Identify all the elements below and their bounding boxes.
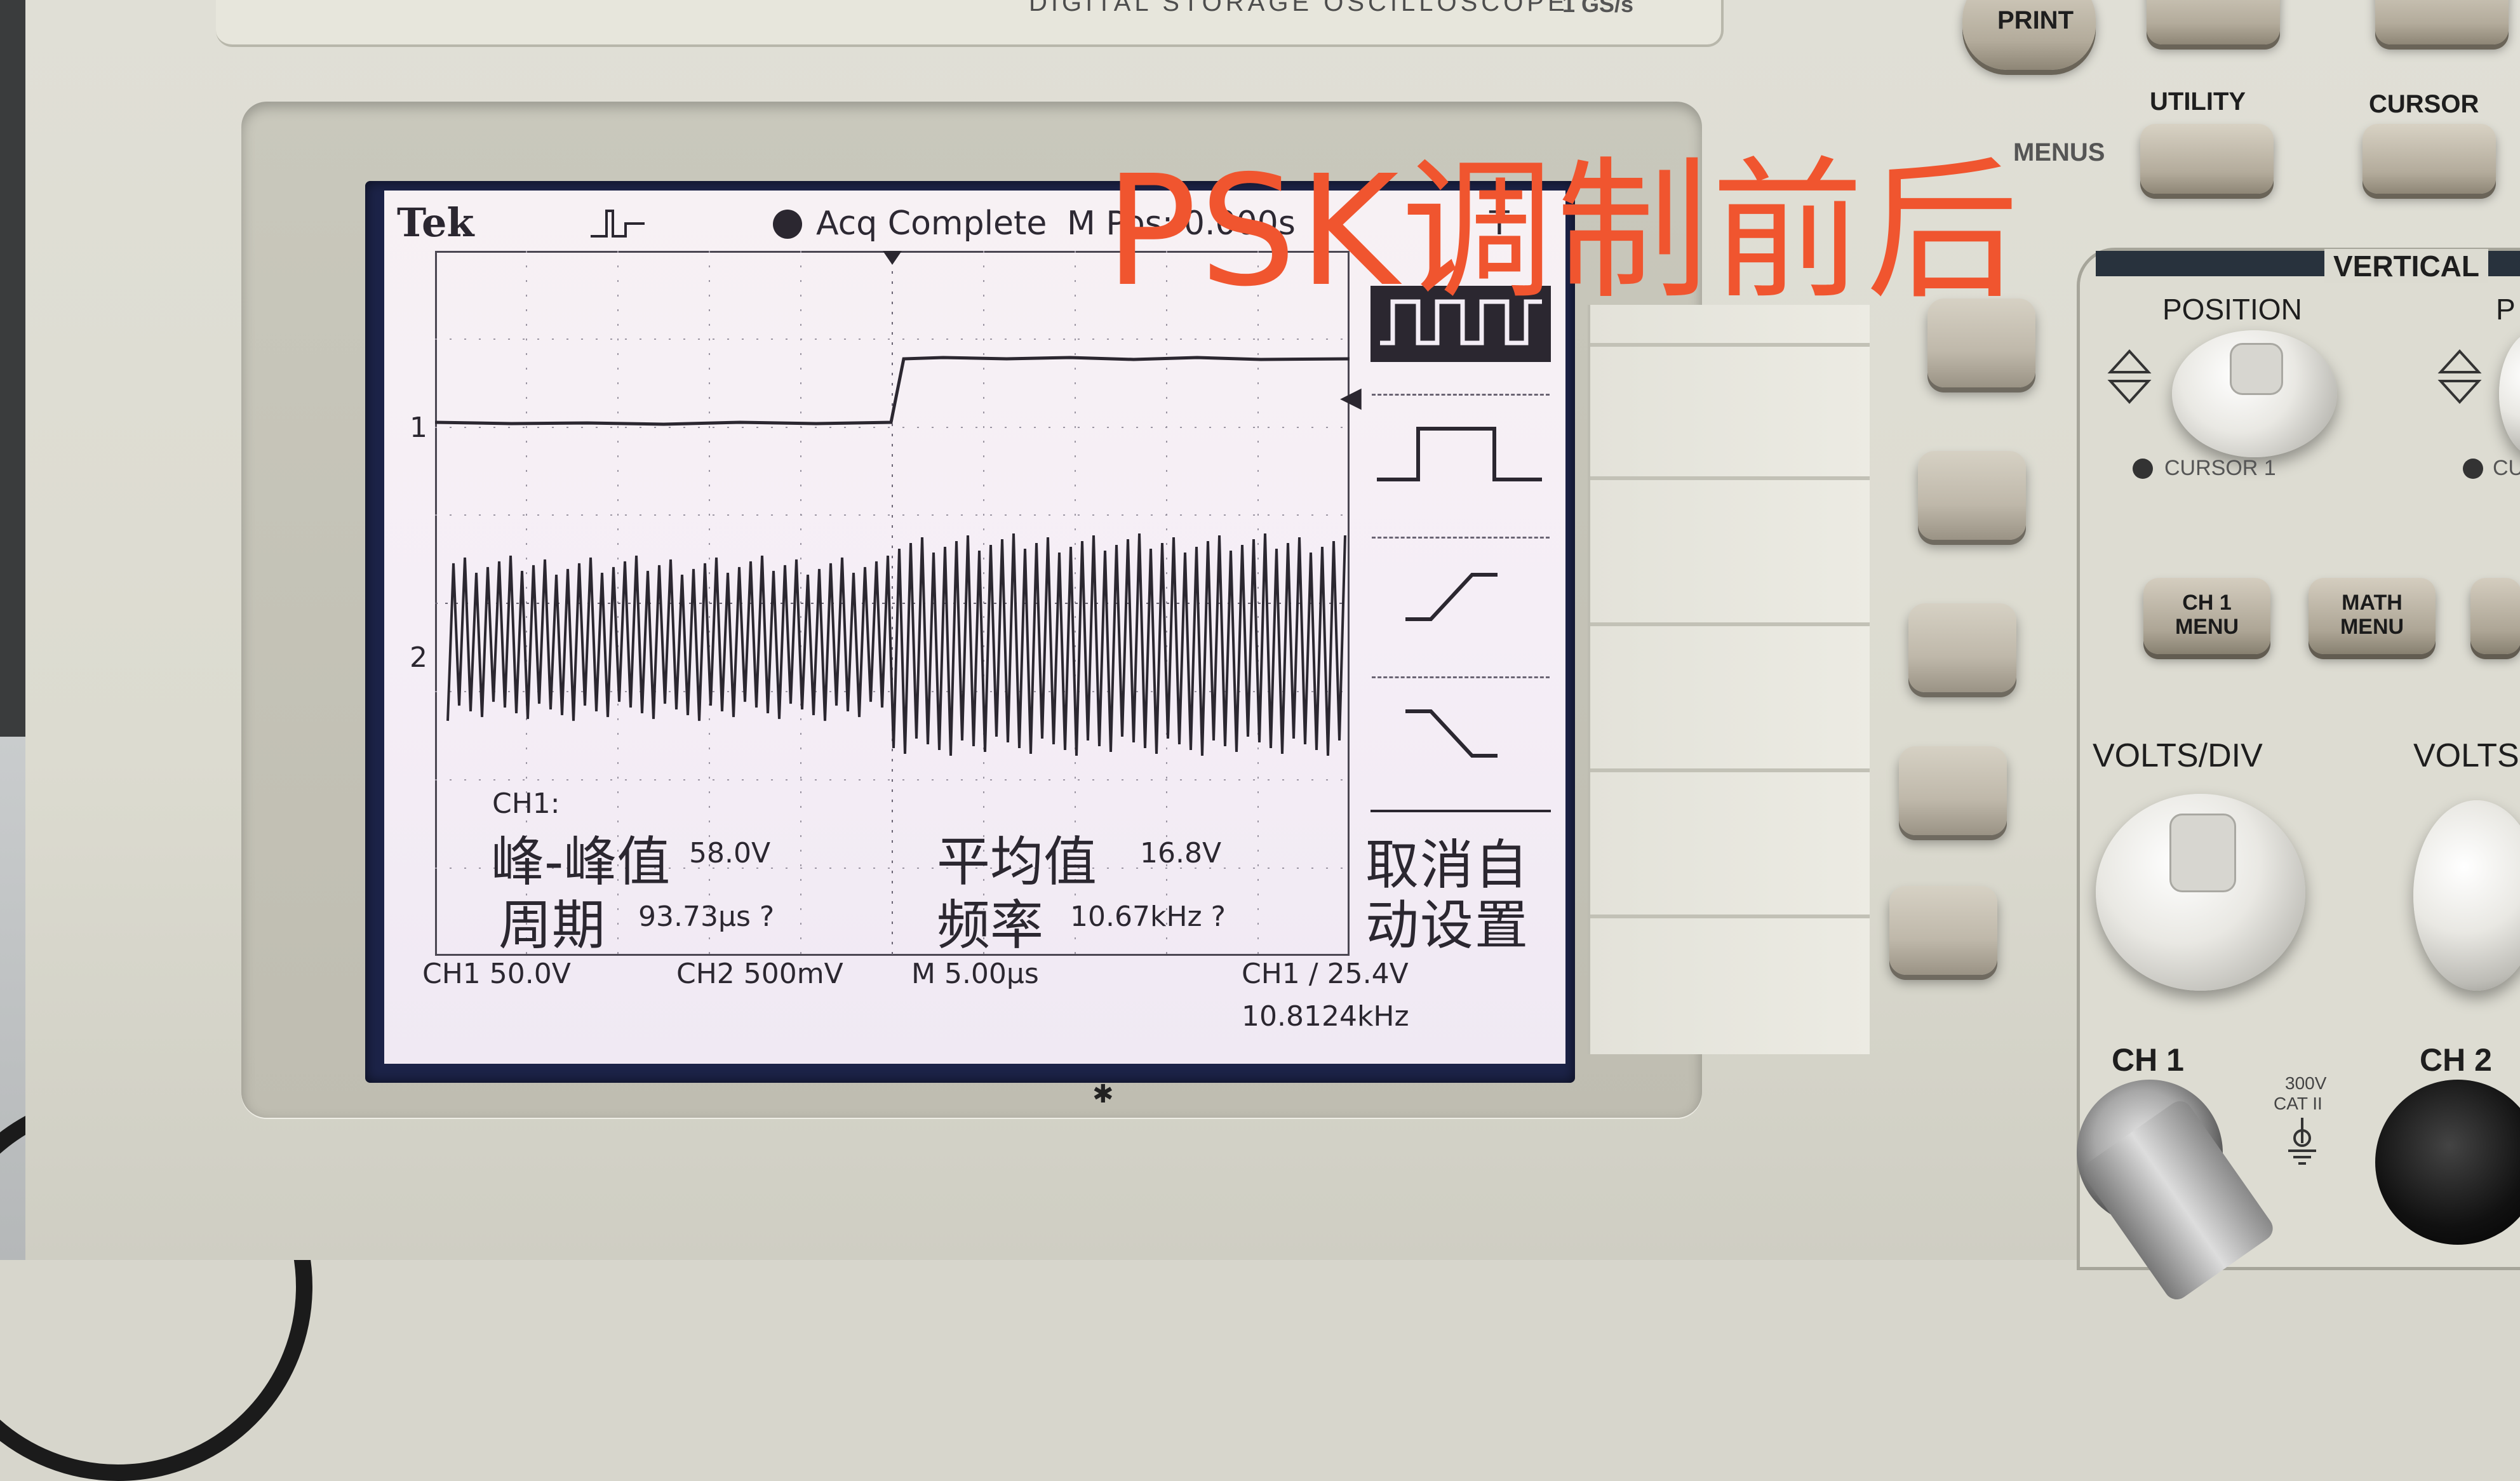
menu-falling-edge-icon[interactable]: [1371, 692, 1551, 768]
menu-rising-edge-icon[interactable]: [1371, 556, 1551, 632]
utility-label: UTILITY: [2150, 88, 2246, 116]
ch1-input-label: CH 1: [2112, 1042, 2184, 1078]
overlay-title: PSK调制前后: [1105, 142, 2021, 320]
ch1-volts-div-knob[interactable]: [2096, 794, 2305, 991]
position-arrows-icon-2: [2437, 349, 2482, 404]
trigger-setting: CH1 ∕ 25.4V: [1242, 958, 1409, 990]
cursor2-led: [2463, 459, 2483, 479]
strip-divider: [1590, 476, 1870, 480]
ch2-menu-button[interactable]: [2470, 578, 2520, 654]
ch1-marker: 1: [410, 412, 427, 444]
cursor2-label: CU: [2493, 456, 2520, 480]
ch2-marker: 2: [410, 641, 427, 674]
cat-rating-line1: 300V: [2285, 1073, 2327, 1093]
cursor-label: CURSOR: [2369, 90, 2479, 118]
cat-rating-line2: CAT II: [2274, 1094, 2322, 1113]
math-menu-line2: MENU: [2340, 615, 2404, 639]
sample-rate: 1 GS/s: [1562, 0, 1634, 17]
cursor-button[interactable]: [2362, 124, 2496, 194]
knob-grip: [2230, 343, 2283, 395]
model-label-strip: DIGITAL STORAGE OSCILLOSCOPE 1 GS/s: [216, 0, 1724, 47]
side-menu[interactable]: 取消自 动设置: [1365, 251, 1556, 956]
acq-status: Acq Complete: [816, 204, 1047, 243]
meas-channel: CH1:: [492, 787, 560, 820]
timebase: M 5.00μs: [911, 958, 1039, 990]
trigger-mode-icon: [591, 210, 645, 238]
option-button-3[interactable]: [1908, 603, 2016, 692]
math-menu-line1: MATH: [2342, 591, 2403, 615]
freq-value: 10.67kHz ?: [1070, 901, 1226, 933]
cancel-autoset-line2[interactable]: 动设置: [1365, 883, 1529, 960]
ch1-menu-line1: CH 1: [2182, 591, 2232, 615]
cursor1-label: CURSOR 1: [2164, 456, 2276, 480]
knob-grip: [2169, 814, 2236, 892]
period-value: 93.73μs ?: [638, 901, 775, 933]
top-button-2[interactable]: [2375, 0, 2509, 44]
ch2-input-label: CH 2: [2420, 1042, 2492, 1078]
volts-div-label-2: VOLTS: [2413, 737, 2519, 774]
trigger-level-marker: ◀: [1340, 381, 1362, 413]
menu-divider: [1372, 394, 1550, 396]
option-button-5[interactable]: [1889, 886, 1997, 975]
panel-mark: ✱: [1092, 1080, 1114, 1109]
position-label-2: P: [2496, 293, 2516, 326]
menu-pulse-icon[interactable]: [1371, 416, 1551, 492]
menus-label: MENUS: [2013, 138, 2105, 166]
position-label: POSITION: [2162, 293, 2302, 326]
ch1-scale: CH1 50.0V: [422, 958, 571, 990]
mean-value: 16.8V: [1140, 837, 1222, 869]
side-button-strip: [1588, 305, 1870, 1054]
strip-divider: [1590, 915, 1870, 918]
menu-divider: [1371, 810, 1551, 812]
vertical-label: VERTICAL: [2324, 249, 2488, 283]
utility-button[interactable]: [2140, 124, 2274, 194]
ch2-psk-trace: [446, 533, 1346, 756]
model-text: DIGITAL STORAGE OSCILLOSCOPE: [1029, 0, 1569, 17]
acq-status-dot: [773, 210, 802, 239]
option-button-2[interactable]: [1918, 451, 2026, 540]
ch1-menu-line2: MENU: [2175, 615, 2239, 639]
math-menu-button[interactable]: MATH MENU: [2309, 578, 2436, 654]
trigger-frequency: 10.8124kHz: [1242, 1000, 1409, 1033]
strip-divider: [1590, 343, 1870, 347]
period-label: 周期: [499, 894, 606, 956]
menu-divider: [1372, 676, 1550, 678]
menu-divider: [1372, 537, 1550, 539]
ground-icon: [2288, 1118, 2316, 1165]
top-button-1[interactable]: [2147, 0, 2280, 44]
freq-label: 频率: [937, 894, 1044, 956]
option-button-4[interactable]: [1899, 746, 2007, 835]
brand-logo: Tek: [397, 199, 474, 246]
volts-div-label: VOLTS/DIV: [2093, 737, 2263, 774]
print-label: PRINT: [1997, 6, 2074, 34]
cursor1-led: [2133, 459, 2153, 479]
ch1-menu-button[interactable]: CH 1 MENU: [2143, 578, 2270, 654]
strip-divider: [1590, 622, 1870, 626]
pk-pk-value: 58.0V: [689, 837, 771, 869]
position-arrows-icon: [2107, 349, 2152, 404]
strip-divider: [1590, 768, 1870, 772]
ch1-position-knob[interactable]: [2172, 330, 2337, 457]
ch2-scale: CH2 500mV: [676, 958, 843, 990]
